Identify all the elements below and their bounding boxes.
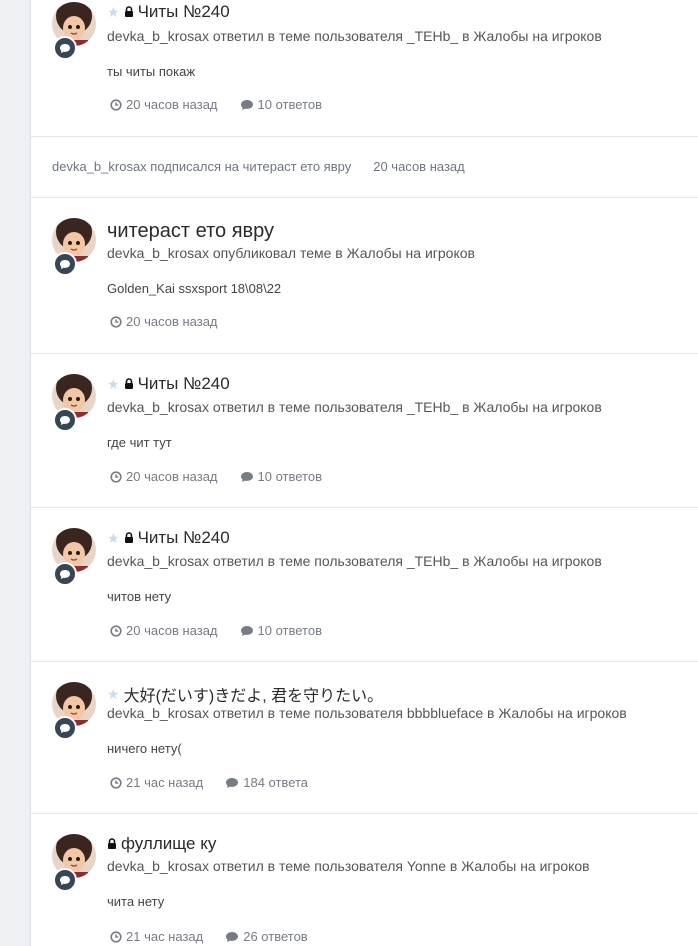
topic-title-text[interactable]: фуллище ку [121,834,216,854]
comment-icon [240,99,253,110]
comment-badge-icon [53,408,77,432]
time-text: 20 часов назад [126,469,218,484]
time-stat[interactable]: 20 часов назад [110,314,218,329]
star-icon: ★ [107,529,120,546]
activity-meta: devka_b_krosax опубликовал теме в Жалобы… [107,245,475,261]
activity-feed: ★ Читы №240 devka_b_krosax ответил в тем… [30,0,698,946]
time-text: 20 часов назад [126,97,218,112]
topic-title-text[interactable]: читераст ето явру [107,220,274,243]
time-text: 20 часов назад [126,623,218,638]
comment-badge-icon [53,868,77,892]
time-stat[interactable]: 21 час назад [110,775,203,790]
topic-title[interactable]: читераст ето явру [107,220,274,243]
replies-stat[interactable]: 10 ответов [240,623,322,638]
comment-icon [226,777,239,788]
post-snippet: чита нету [107,894,165,909]
clock-icon [110,624,122,637]
topic-title-text[interactable]: Читы №240 [138,374,230,394]
item-stats: 20 часов назад 10 ответов [110,623,344,638]
replies-count: 10 ответов [257,97,322,112]
post-snippet: где чит тут [107,435,172,450]
replies-stat[interactable]: 26 ответов [225,929,308,944]
avatar[interactable] [52,834,98,896]
activity-meta: devka_b_krosax ответил в теме пользовате… [107,553,602,569]
activity-item: ★ Читы №240 devka_b_krosax ответил в тем… [31,0,698,137]
follow-line: devka_b_krosax подписался на читераст ет… [52,159,465,174]
time-stat[interactable]: 20 часов назад [110,469,218,484]
activity-item: ★ 大好(だいす)きだよ, 君を守りたい。 devka_b_krosax отв… [31,662,698,814]
item-stats: 21 час назад 184 ответа [110,775,330,790]
time-text: 20 часов назад [126,314,218,329]
lock-icon [107,834,117,854]
post-snippet: читов нету [107,589,172,604]
avatar[interactable] [52,2,98,64]
post-snippet: ты читы покаж [107,64,196,79]
item-stats: 20 часов назад 10 ответов [110,97,344,112]
star-icon: ★ [107,3,120,20]
activity-item: фуллище ку devka_b_krosax ответил в теме… [31,814,698,946]
follow-text[interactable]: devka_b_krosax подписался на читераст ет… [52,159,351,174]
topic-title[interactable]: ★ Читы №240 [107,374,230,394]
lock-icon [124,374,134,394]
topic-title[interactable]: ★ Читы №240 [107,2,230,22]
clock-icon [110,98,122,111]
follow-time: 20 часов назад [373,159,465,174]
comment-icon [226,931,239,942]
item-stats: 21 час назад 26 ответов [110,929,330,944]
avatar[interactable] [52,528,98,590]
time-text: 21 час назад [126,775,204,790]
comment-badge-icon [53,716,77,740]
comment-icon [240,471,253,482]
item-stats: 20 часов назад 10 ответов [110,469,344,484]
lock-icon [124,2,134,22]
time-stat[interactable]: 20 часов назад [110,623,218,638]
topic-title[interactable]: фуллище ку [107,834,216,854]
replies-stat[interactable]: 10 ответов [240,97,322,112]
lock-icon [124,528,134,548]
time-text: 21 час назад [126,929,204,944]
left-gutter [0,0,30,946]
replies-count: 10 ответов [257,469,322,484]
post-snippet: ничего нету( [107,741,182,756]
star-icon: ★ [107,685,120,702]
topic-title-text[interactable]: Читы №240 [138,528,230,548]
clock-icon [110,776,122,789]
activity-meta: devka_b_krosax ответил в теме пользовате… [107,28,602,44]
avatar[interactable] [52,374,98,436]
activity-item-follow: devka_b_krosax подписался на читераст ет… [31,137,698,198]
topic-title[interactable]: ★ 大好(だいす)きだよ, 君を守りたい。 [107,682,383,706]
time-stat[interactable]: 20 часов назад [110,97,218,112]
replies-count: 10 ответов [257,623,322,638]
clock-icon [110,470,122,483]
comment-badge-icon [53,36,77,60]
comment-badge-icon [53,252,77,276]
activity-meta: devka_b_krosax ответил в теме пользовате… [107,399,602,415]
replies-count: 184 ответа [243,775,309,790]
comment-icon [240,625,253,636]
clock-icon [110,315,122,328]
topic-title[interactable]: ★ Читы №240 [107,528,230,548]
topic-title-text[interactable]: 大好(だいす)きだよ, 君を守りたい。 [124,682,384,706]
avatar[interactable] [52,682,98,744]
replies-stat[interactable]: 184 ответа [225,775,308,790]
comment-badge-icon [53,562,77,586]
activity-item: ★ Читы №240 devka_b_krosax ответил в тем… [31,508,698,662]
replies-stat[interactable]: 10 ответов [240,469,322,484]
topic-title-text[interactable]: Читы №240 [138,2,230,22]
replies-count: 26 ответов [243,929,308,944]
clock-icon [110,930,122,943]
activity-meta: devka_b_krosax ответил в теме пользовате… [107,858,590,874]
post-snippet: Golden_Kai ssxsport 18\08\22 [107,281,282,296]
activity-item: читераст ето явру devka_b_krosax опублик… [31,198,698,354]
activity-item: ★ Читы №240 devka_b_krosax ответил в тем… [31,354,698,508]
item-stats: 20 часов назад [110,314,240,329]
time-stat[interactable]: 21 час назад [110,929,203,944]
star-icon: ★ [107,375,120,392]
avatar[interactable] [52,218,98,280]
activity-meta: devka_b_krosax ответил в теме пользовате… [107,705,627,721]
